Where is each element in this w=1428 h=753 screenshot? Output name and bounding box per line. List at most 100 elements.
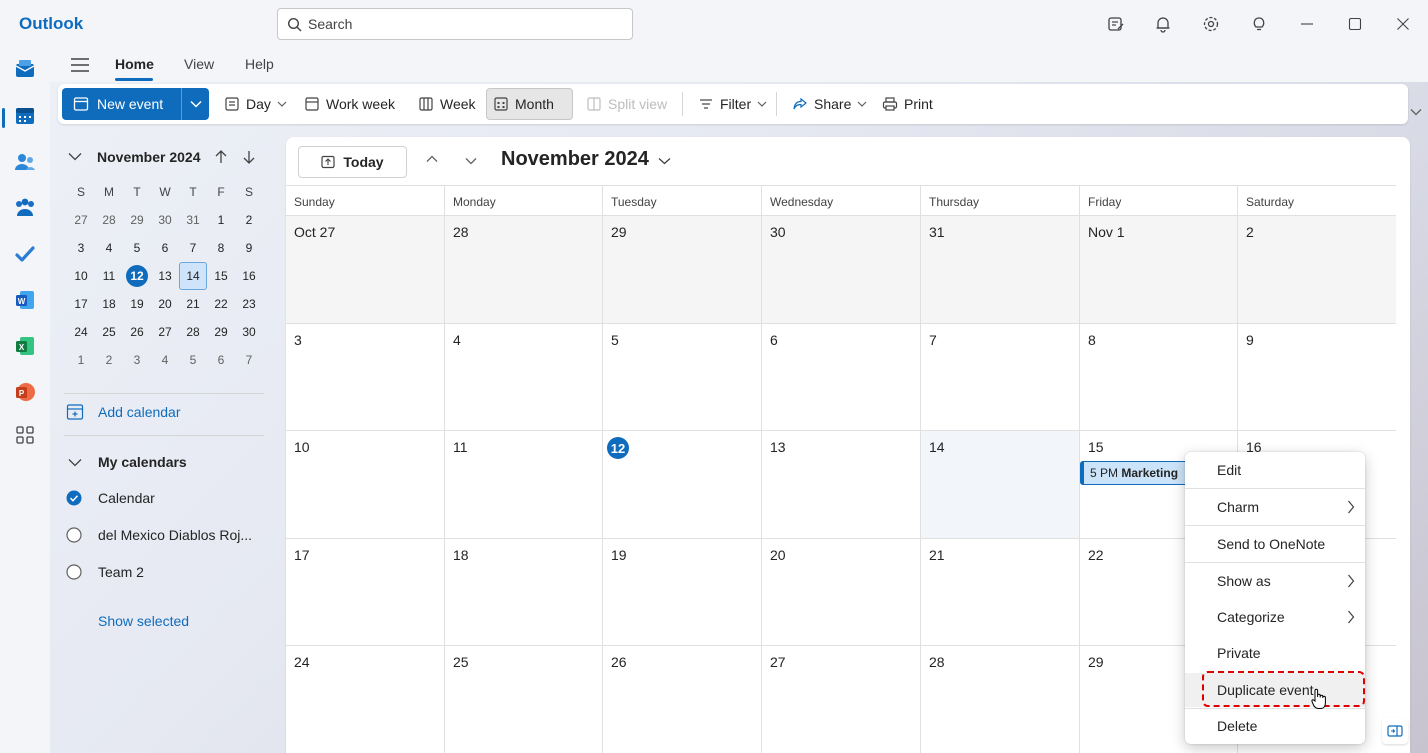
mini-day-cell[interactable]: 20 — [151, 290, 179, 318]
mini-day-cell[interactable]: 30 — [235, 318, 263, 346]
day-cell[interactable]: 12 — [602, 430, 761, 538]
mini-day-cell[interactable]: 14 — [179, 262, 207, 290]
menu-item-charm[interactable]: Charm — [1185, 490, 1365, 524]
arrow-up-icon[interactable] — [214, 149, 228, 165]
chevron-down-icon[interactable] — [658, 157, 671, 165]
mini-day-cell[interactable]: 19 — [123, 290, 151, 318]
mini-day-cell[interactable]: 3 — [67, 234, 95, 262]
calendar-icon[interactable] — [12, 103, 38, 129]
mini-day-cell[interactable]: 16 — [235, 262, 263, 290]
checked-circle-icon[interactable] — [66, 490, 82, 506]
menu-item-private[interactable]: Private — [1185, 636, 1365, 670]
day-cell[interactable]: 14 — [920, 430, 1079, 538]
day-cell[interactable]: 13 — [761, 430, 920, 538]
mini-day-cell[interactable]: 6 — [207, 346, 235, 374]
calendar-item-team-2[interactable]: Team 2 — [66, 564, 144, 580]
bell-icon[interactable] — [1151, 12, 1175, 36]
arrow-down-icon[interactable] — [242, 149, 256, 165]
mini-day-cell[interactable]: 27 — [67, 206, 95, 234]
print-button[interactable]: Print — [876, 88, 939, 120]
day-cell[interactable]: 8 — [1079, 323, 1237, 430]
mini-day-cell[interactable]: 5 — [123, 234, 151, 262]
today-button[interactable]: Today — [298, 146, 407, 178]
mini-day-cell[interactable]: 15 — [207, 262, 235, 290]
my-calendars-group[interactable]: My calendars — [68, 454, 187, 470]
split-view-button[interactable]: Split view — [580, 88, 673, 120]
week-view-button[interactable]: Week — [412, 88, 482, 120]
mini-day-cell[interactable]: 7 — [235, 346, 263, 374]
day-cell[interactable]: 6 — [761, 323, 920, 430]
day-cell[interactable]: 5 — [602, 323, 761, 430]
day-cell[interactable]: 20 — [761, 538, 920, 645]
mail-icon[interactable] — [12, 56, 38, 82]
work-week-view-button[interactable]: Work week — [298, 88, 401, 120]
mini-day-cell[interactable]: 31 — [179, 206, 207, 234]
day-cell[interactable]: 9 — [1237, 323, 1396, 430]
mini-day-cell[interactable]: 13 — [151, 262, 179, 290]
show-selected-link[interactable]: Show selected — [98, 613, 189, 629]
calendar-item-del-mexico[interactable]: del Mexico Diablos Roj... — [66, 527, 252, 543]
day-cell[interactable]: 27 — [761, 645, 920, 753]
event-marketing[interactable]: 5 PM Marketing — [1080, 461, 1190, 485]
gear-icon[interactable] — [1199, 12, 1223, 36]
powerpoint-icon[interactable]: P — [12, 379, 38, 405]
mini-day-cell[interactable]: 17 — [67, 290, 95, 318]
mini-day-cell[interactable]: 1 — [67, 346, 95, 374]
menu-item-delete[interactable]: Delete — [1185, 709, 1365, 743]
unchecked-circle-icon[interactable] — [66, 527, 82, 543]
mini-day-cell[interactable]: 29 — [123, 206, 151, 234]
mini-day-cell[interactable]: 21 — [179, 290, 207, 318]
mini-day-cell[interactable]: 29 — [207, 318, 235, 346]
day-cell[interactable]: 17 — [286, 538, 444, 645]
collapse-chevron-icon[interactable] — [68, 152, 82, 161]
calendar-item-calendar[interactable]: Calendar — [66, 490, 155, 506]
mini-day-cell[interactable]: 6 — [151, 234, 179, 262]
hamburger-icon[interactable] — [70, 56, 90, 74]
day-cell[interactable]: Oct 27 — [286, 215, 444, 323]
mini-day-cell[interactable]: 24 — [67, 318, 95, 346]
mini-day-cell[interactable]: 5 — [179, 346, 207, 374]
day-cell[interactable]: 18 — [444, 538, 602, 645]
tab-help[interactable]: Help — [245, 56, 274, 72]
close-icon[interactable] — [1391, 12, 1415, 36]
tab-view[interactable]: View — [184, 56, 214, 72]
mini-day-cell[interactable]: 18 — [95, 290, 123, 318]
word-icon[interactable]: W — [12, 287, 38, 313]
unchecked-circle-icon[interactable] — [66, 564, 82, 580]
mini-day-cell[interactable]: 12 — [123, 262, 151, 290]
day-cell[interactable]: 3 — [286, 323, 444, 430]
notes-icon[interactable] — [1104, 12, 1128, 36]
mini-day-cell[interactable]: 28 — [95, 206, 123, 234]
mini-day-cell[interactable]: 4 — [95, 234, 123, 262]
excel-icon[interactable]: X — [12, 333, 38, 359]
day-cell[interactable]: 26 — [602, 645, 761, 753]
mini-day-cell[interactable]: 23 — [235, 290, 263, 318]
day-cell[interactable]: 21 — [920, 538, 1079, 645]
mini-day-cell[interactable]: 2 — [95, 346, 123, 374]
mini-day-cell[interactable]: 25 — [95, 318, 123, 346]
mini-day-cell[interactable]: 27 — [151, 318, 179, 346]
day-cell[interactable]: 29 — [602, 215, 761, 323]
share-button[interactable]: Share — [786, 88, 873, 120]
mini-day-cell[interactable]: 11 — [95, 262, 123, 290]
day-cell[interactable]: 7 — [920, 323, 1079, 430]
menu-item-edit[interactable]: Edit — [1185, 453, 1365, 487]
calendar-title[interactable]: November 2024 — [501, 148, 649, 171]
day-cell[interactable]: 2 — [1237, 215, 1396, 323]
mini-day-cell[interactable]: 8 — [207, 234, 235, 262]
day-cell[interactable]: 31 — [920, 215, 1079, 323]
mini-day-cell[interactable]: 30 — [151, 206, 179, 234]
mini-day-cell[interactable]: 9 — [235, 234, 263, 262]
day-cell[interactable]: 4 — [444, 323, 602, 430]
month-view-button[interactable]: Month — [486, 88, 573, 120]
mini-day-cell[interactable]: 26 — [123, 318, 151, 346]
mini-day-cell[interactable]: 10 — [67, 262, 95, 290]
menu-item-show-as[interactable]: Show as — [1185, 564, 1365, 598]
panel-toggle-icon[interactable] — [1382, 718, 1408, 744]
mini-day-cell[interactable]: 7 — [179, 234, 207, 262]
menu-item-send-to-onenote[interactable]: Send to OneNote — [1185, 527, 1365, 561]
minimize-icon[interactable] — [1295, 12, 1319, 36]
filter-button[interactable]: Filter — [692, 88, 773, 120]
chevron-down-icon[interactable] — [465, 157, 477, 165]
day-cell[interactable]: 30 — [761, 215, 920, 323]
